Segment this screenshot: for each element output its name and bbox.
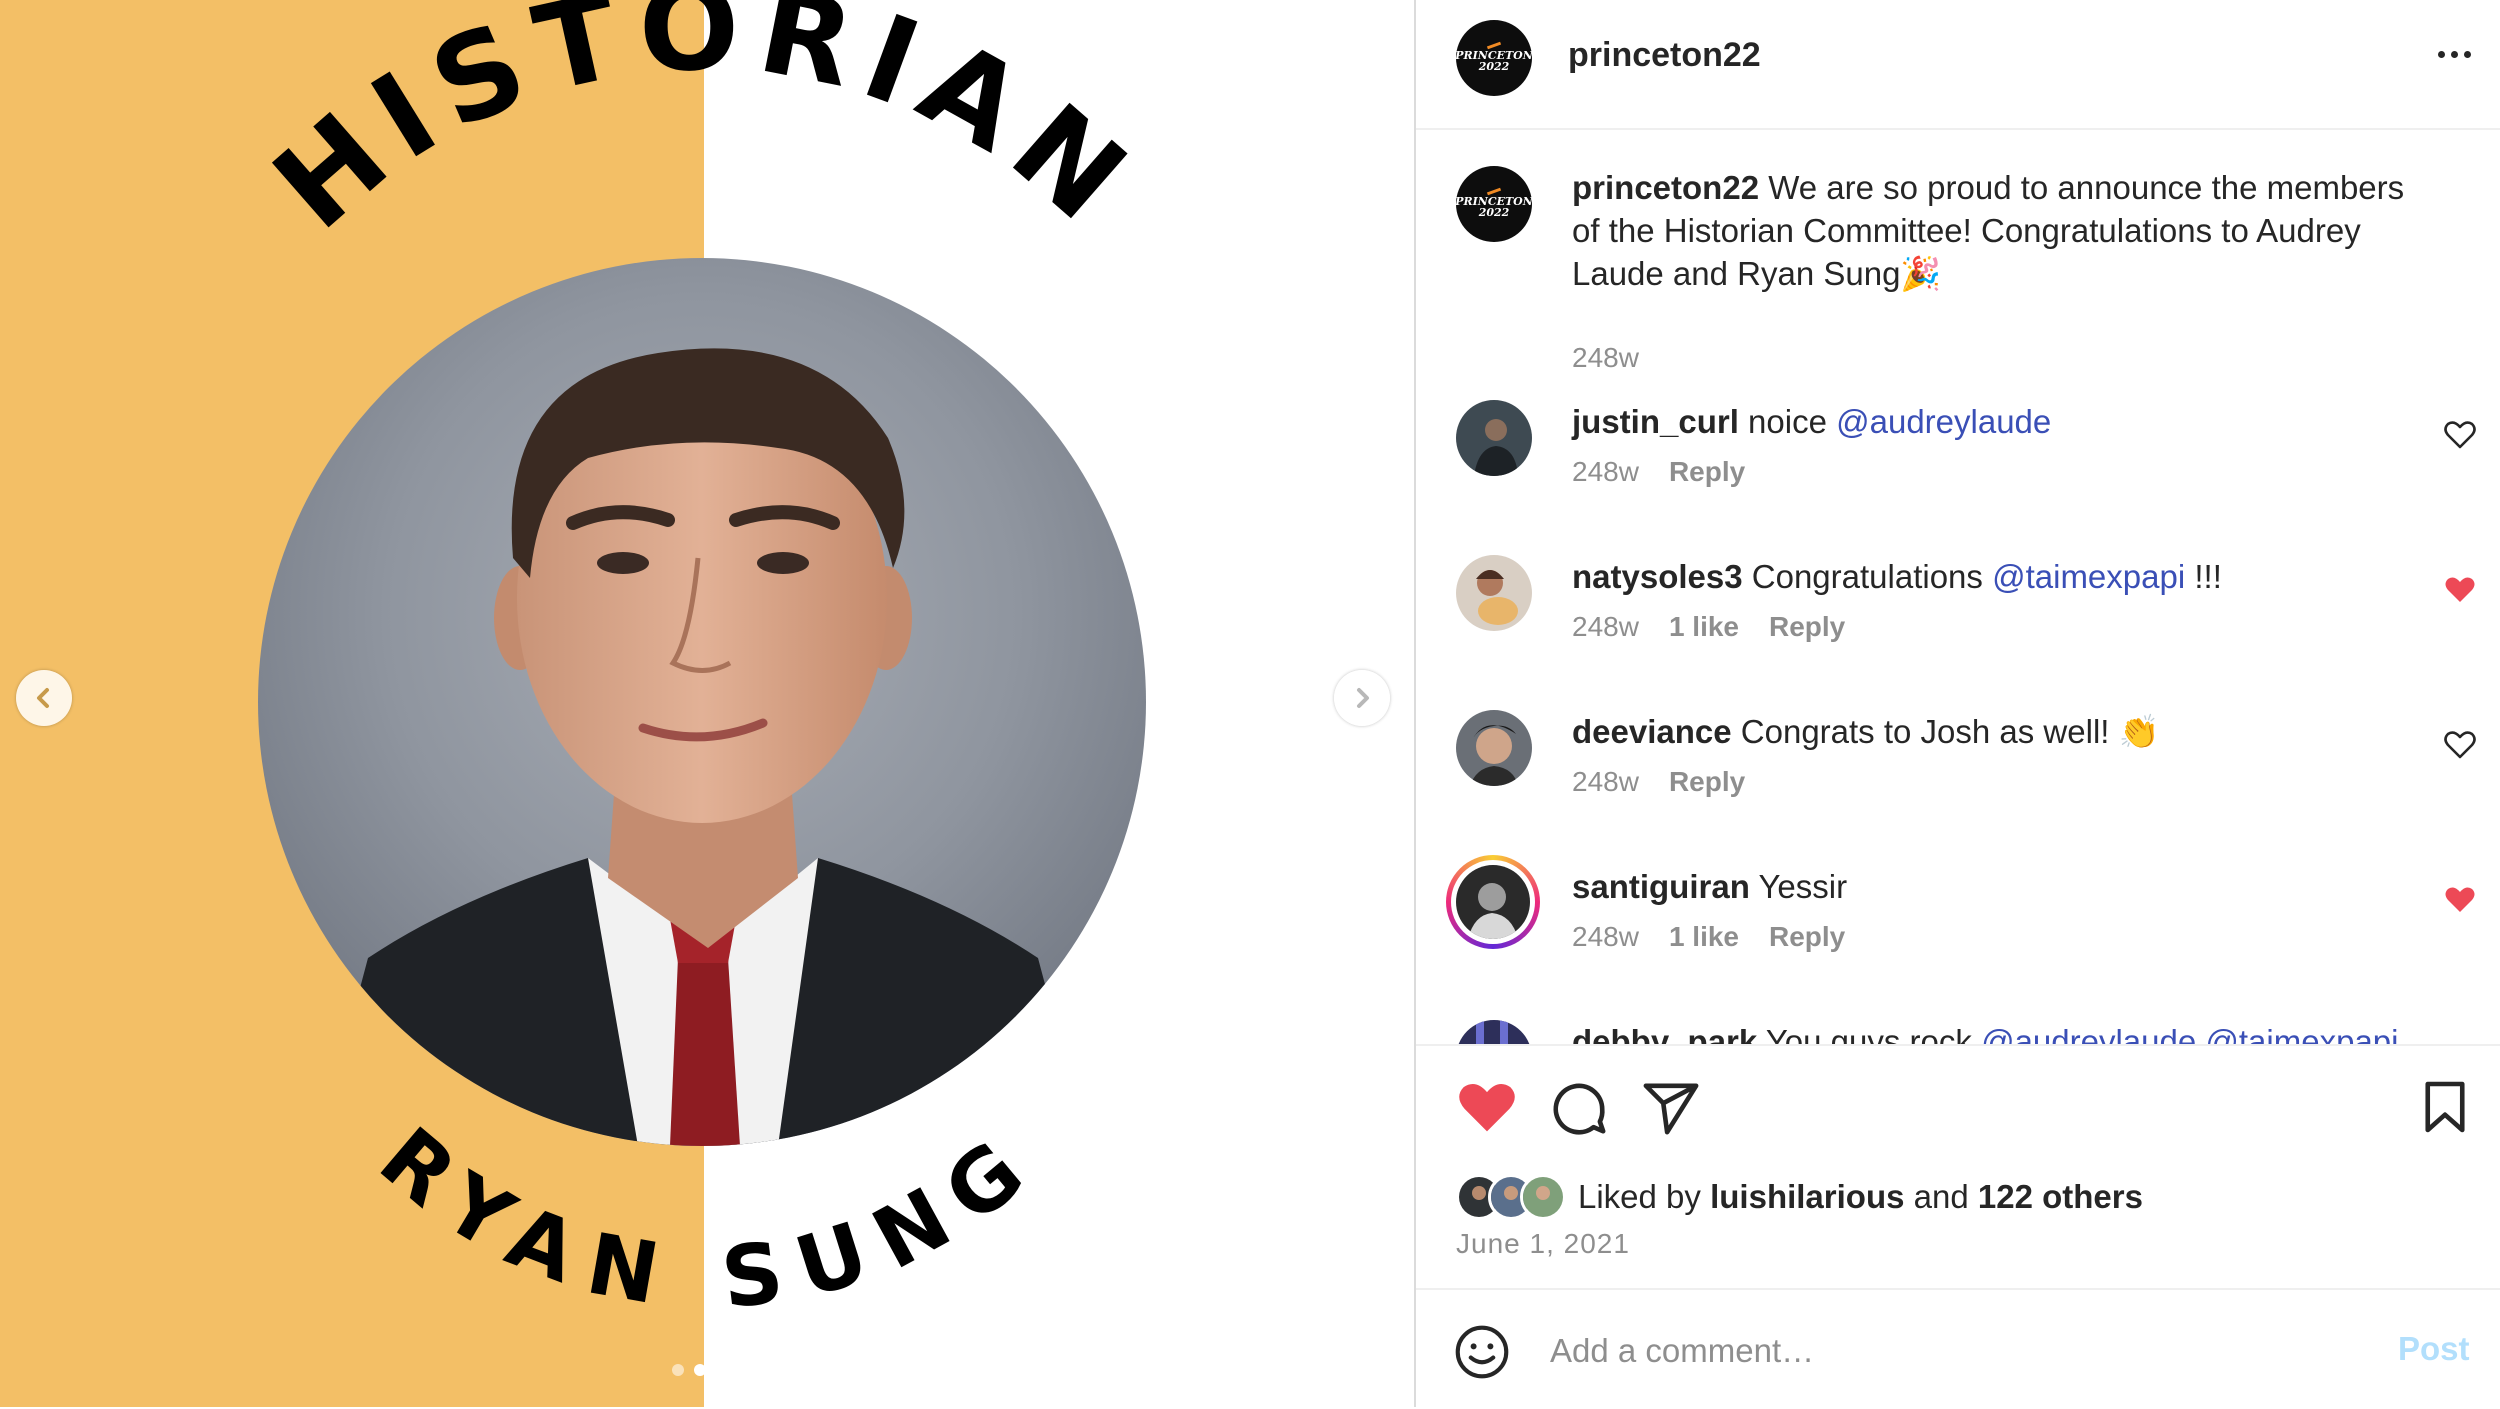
heart-outline-icon[interactable]	[2444, 420, 2476, 450]
comment-body: Congratulations	[1751, 558, 1993, 595]
comment-meta: 248w 1 like Reply	[1572, 921, 1845, 953]
role-title: HISTORIAN	[248, 0, 1162, 256]
reply-button[interactable]: Reply	[1769, 611, 1845, 643]
heart-filled-icon[interactable]	[1456, 1080, 1518, 1136]
bookmark-icon[interactable]	[2422, 1080, 2468, 1134]
post-actions: Liked by luishilarious and 122 others Ju…	[1416, 1044, 2500, 1290]
comment-body: You guys rock	[1765, 1023, 1982, 1044]
reply-button[interactable]: Reply	[1769, 921, 1845, 953]
comment-username[interactable]: justin_curl	[1572, 403, 1739, 440]
comment-body: noice	[1748, 403, 1837, 440]
smiley-icon[interactable]	[1454, 1324, 1510, 1380]
comment-username[interactable]: deeviance	[1572, 713, 1732, 750]
liked-by-user[interactable]: luishilarious	[1710, 1178, 1904, 1215]
comment-time[interactable]: 248w	[1572, 611, 1639, 643]
comment-meta: 248w 1 like Reply	[1572, 611, 1845, 643]
comment-text: natysoles3 Congratulations @taimexpapi !…	[1572, 555, 2412, 598]
post-header: PRINCETON 2022 princeton22	[1416, 0, 2500, 130]
liked-by-prefix: Liked by	[1578, 1178, 1711, 1215]
post-sidebar: PRINCETON 2022 princeton22 PRINCETON 202…	[1414, 0, 2500, 1407]
heart-filled-icon[interactable]	[2444, 885, 2476, 915]
slide-dot	[672, 1364, 684, 1376]
slide-indicator	[672, 1364, 706, 1376]
comment-meta: 248w Reply	[1572, 456, 1745, 488]
comment-body: Congrats to Josh as well! 👏	[1740, 713, 2160, 750]
comment-time[interactable]: 248w	[1572, 921, 1639, 953]
likes-summary[interactable]: Liked by luishilarious and 122 others	[1578, 1178, 2143, 1216]
comment-username[interactable]: debby_park	[1572, 1023, 1757, 1044]
comment-mention[interactable]: @audreylaude @taimexpapi	[1981, 1023, 2398, 1044]
caption-username[interactable]: princeton22	[1572, 169, 1759, 206]
comment-username[interactable]: santiguiran	[1572, 868, 1750, 905]
liked-by-line: Liked by luishilarious and 122 others	[1456, 1172, 2143, 1222]
account-avatar[interactable]: PRINCETON 2022	[1455, 20, 1533, 96]
reply-button[interactable]: Reply	[1669, 766, 1745, 798]
comment-mention[interactable]: @audreylaude	[1836, 403, 2051, 440]
post-media[interactable]: HISTORIAN RYAN SUNG	[0, 0, 1414, 1407]
caption-text: princeton22 We are so proud to announce …	[1572, 166, 2412, 295]
comment-text: justin_curl noice @audreylaude	[1572, 400, 2412, 443]
logo-year: 2022	[1478, 60, 1510, 73]
comment-text: santiguiran Yessir	[1572, 865, 2412, 908]
commenter-avatar[interactable]	[1456, 400, 1532, 476]
slide-dot-active	[694, 1364, 706, 1376]
comment-mention[interactable]: @taimexpapi	[1992, 558, 2185, 595]
comment-time[interactable]: 248w	[1572, 766, 1639, 798]
comment-suffix: !!!	[2185, 558, 2222, 595]
comment-text: deeviance Congrats to Josh as well! 👏	[1572, 710, 2412, 753]
post-date[interactable]: June 1, 2021	[1456, 1228, 1630, 1260]
reply-button[interactable]: Reply	[1669, 456, 1745, 488]
comment-likes[interactable]: 1 like	[1669, 921, 1739, 953]
chevron-left-icon	[37, 688, 49, 708]
commenter-avatar[interactable]	[1456, 1020, 1532, 1044]
liked-by-others[interactable]: 122 others	[1978, 1178, 2143, 1215]
add-comment-bar: Post	[1416, 1288, 2500, 1409]
logo-year: 2022	[1478, 206, 1510, 219]
next-slide-button[interactable]	[1334, 670, 1390, 726]
commenter-avatar[interactable]	[1456, 710, 1532, 786]
comment-bubble-icon[interactable]	[1550, 1080, 1608, 1138]
account-username[interactable]: princeton22	[1568, 36, 1761, 75]
comment-text: debby_park You guys rock @audreylaude @t…	[1572, 1020, 2412, 1044]
liked-by-and: and	[1904, 1178, 1978, 1215]
commenter-avatar-story-ring[interactable]	[1446, 855, 1540, 949]
comment-time[interactable]: 248w	[1572, 456, 1639, 488]
heart-outline-icon[interactable]	[2444, 730, 2476, 760]
liker-avatar	[1520, 1174, 1566, 1220]
commenter-avatar[interactable]	[1456, 555, 1532, 631]
paper-plane-icon[interactable]	[1642, 1080, 1700, 1136]
portrait-photo	[258, 258, 1146, 1146]
heart-filled-icon[interactable]	[2444, 575, 2476, 605]
previous-slide-button[interactable]	[16, 670, 72, 726]
caption-avatar[interactable]: PRINCETON 2022	[1455, 166, 1533, 242]
comment-likes[interactable]: 1 like	[1669, 611, 1739, 643]
post-comment-button[interactable]: Post	[2398, 1330, 2470, 1368]
caption-time[interactable]: 248w	[1572, 342, 1639, 374]
comments-list[interactable]: PRINCETON 2022 princeton22 We are so pro…	[1416, 130, 2500, 1044]
more-options-icon[interactable]	[2424, 34, 2484, 74]
comment-body: Yessir	[1758, 868, 1848, 905]
comment-username[interactable]: natysoles3	[1572, 558, 1743, 595]
comment-input[interactable]	[1548, 1322, 2352, 1380]
comment-meta: 248w Reply	[1572, 766, 1745, 798]
caption-meta: 248w	[1572, 342, 1639, 374]
chevron-right-icon	[1357, 688, 1369, 708]
